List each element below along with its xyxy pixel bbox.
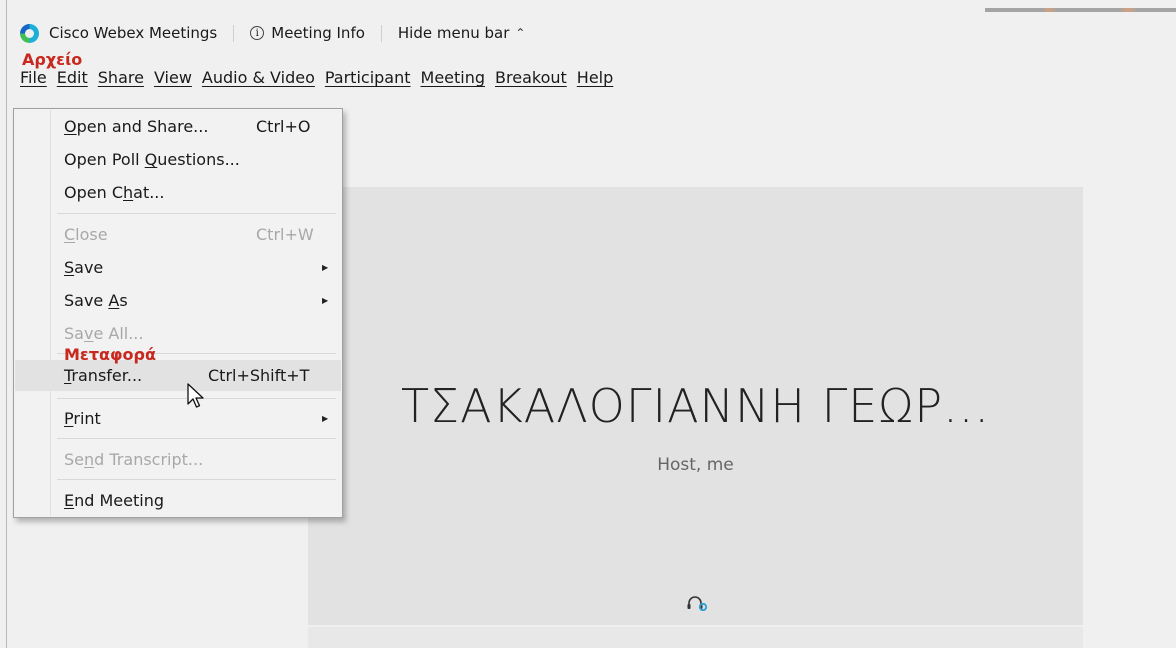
mouse-cursor-icon	[187, 383, 204, 408]
hide-menu-bar-button[interactable]: Hide menu bar ⌃	[398, 24, 526, 42]
window-top-decoration	[985, 8, 1176, 12]
menu-item-label: Send Transcript...	[64, 450, 204, 469]
app-title: Cisco Webex Meetings	[49, 24, 218, 42]
file-menu-dropdown: Open and Share... Ctrl+O Open Poll Quest…	[13, 108, 343, 518]
menu-file[interactable]: File	[20, 68, 47, 87]
menu-item-label: Save All...	[64, 324, 144, 343]
menu-item-close: Close Ctrl+W	[15, 219, 341, 250]
menu-item-transfer[interactable]: Transfer... Ctrl+Shift+T	[15, 360, 341, 391]
headset-icon	[687, 596, 708, 611]
menu-item-label: End Meeting	[64, 491, 164, 510]
menu-item-end-meeting[interactable]: End Meeting	[15, 485, 341, 516]
divider	[233, 24, 235, 42]
shortcut-label: Ctrl+Shift+T	[208, 366, 310, 385]
meeting-info-button[interactable]: i Meeting Info	[250, 24, 365, 42]
participant-role: Host, me	[657, 455, 734, 475]
menu-participant[interactable]: Participant	[325, 68, 411, 87]
menu-item-send-transcript: Send Transcript...	[15, 444, 341, 475]
hide-menu-bar-label: Hide menu bar	[397, 24, 510, 42]
shortcut-label: Ctrl+O	[256, 117, 311, 136]
menu-item-label: Print	[64, 409, 101, 428]
menu-separator	[57, 479, 336, 480]
menu-share[interactable]: Share	[98, 68, 144, 87]
menu-bar: File Edit Share View Audio & Video Parti…	[20, 68, 623, 87]
menu-item-label: Transfer...	[64, 366, 143, 385]
chevron-up-icon: ⌃	[515, 26, 526, 40]
menu-item-open-chat[interactable]: Open Chat...	[15, 177, 341, 208]
menu-item-label: Open and Share...	[64, 117, 209, 136]
participant-strip	[308, 625, 1083, 648]
divider	[380, 24, 382, 42]
menu-item-open-poll-questions[interactable]: Open Poll Questions...	[15, 144, 341, 175]
participant-video-area: ΤΣΑΚΑΛΟΓΙΑΝΝΗ ΓΕΩΡ... Host, me	[308, 187, 1083, 627]
menu-view[interactable]: View	[154, 68, 192, 87]
window-border	[6, 0, 7, 648]
menu-help[interactable]: Help	[577, 68, 613, 87]
menu-meeting[interactable]: Meeting	[421, 68, 486, 87]
menu-separator	[57, 438, 336, 439]
menu-separator	[57, 213, 336, 214]
menu-item-print[interactable]: Print ▶	[15, 403, 341, 434]
menu-item-save[interactable]: Save ▶	[15, 252, 341, 283]
meeting-info-label: Meeting Info	[271, 24, 365, 42]
annotation-transfer-greek: Μεταφορά	[64, 345, 156, 364]
menu-item-open-and-share[interactable]: Open and Share... Ctrl+O	[15, 111, 341, 142]
title-bar: Cisco Webex Meetings i Meeting Info Hide…	[20, 18, 525, 48]
submenu-arrow-icon: ▶	[322, 263, 329, 272]
submenu-arrow-icon: ▶	[322, 414, 329, 423]
menu-item-label: Save As	[64, 291, 128, 310]
menu-breakout[interactable]: Breakout	[495, 68, 567, 87]
info-icon: i	[250, 26, 265, 40]
submenu-arrow-icon: ▶	[322, 296, 329, 305]
participant-name: ΤΣΑΚΑΛΟΓΙΑΝΝΗ ΓΕΩΡ...	[400, 379, 991, 433]
menu-item-label: Open Poll Questions...	[64, 150, 240, 169]
menu-item-label: Save	[64, 258, 104, 277]
menu-edit[interactable]: Edit	[57, 68, 88, 87]
menu-audio-video[interactable]: Audio & Video	[202, 68, 315, 87]
shortcut-label: Ctrl+W	[256, 225, 314, 244]
menu-item-label: Open Chat...	[64, 183, 165, 202]
annotation-file-greek: Αρχείο	[22, 50, 83, 69]
webex-logo-icon	[20, 23, 39, 43]
menu-item-label: Close	[64, 225, 108, 244]
menu-item-save-as[interactable]: Save As ▶	[15, 285, 341, 316]
